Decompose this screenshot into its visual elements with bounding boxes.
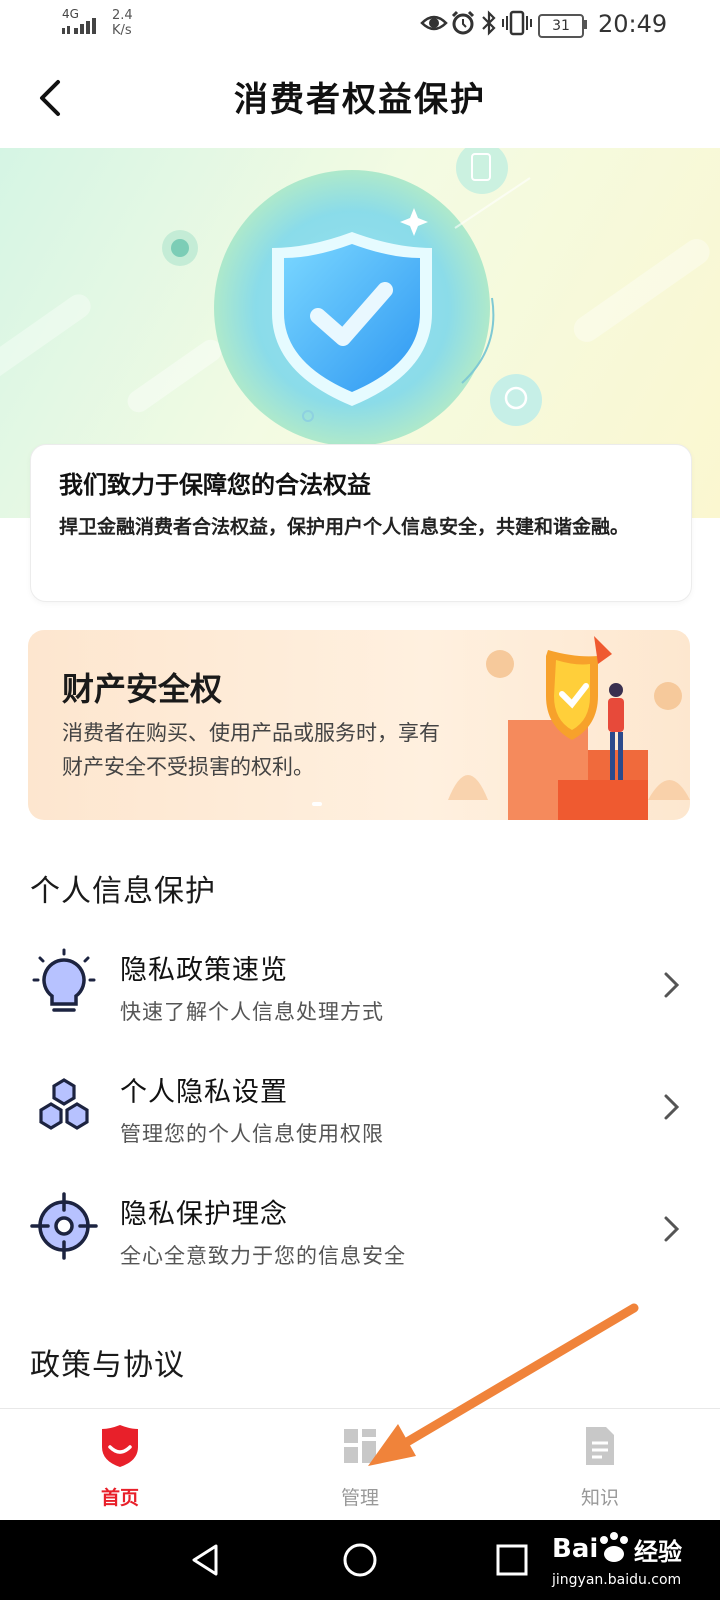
statement-heading: 我们致力于保障您的合法权益 xyxy=(59,470,371,499)
rights-title: 财产安全权 xyxy=(62,670,223,708)
target-icon xyxy=(30,1192,98,1260)
system-back-icon[interactable] xyxy=(186,1540,226,1580)
tab-label: 管理 xyxy=(340,1487,379,1509)
bluetooth-icon xyxy=(482,10,496,36)
chevron-right-icon xyxy=(664,972,680,998)
watermark-brand: Bai xyxy=(552,1534,599,1564)
item-subtitle: 全心全意致力于您的信息安全 xyxy=(120,1244,406,1268)
vibrate-icon xyxy=(502,10,532,36)
chevron-right-icon xyxy=(664,1094,680,1120)
system-home-icon[interactable] xyxy=(340,1540,380,1580)
network-indicator: 4G xyxy=(62,8,96,34)
statement-body: 捍卫金融消费者合法权益，保护用户个人信息安全，共建和谐金融。 xyxy=(59,516,630,538)
baidu-watermark: Bai 经验 jingyan.baidu.com xyxy=(552,1520,720,1600)
tab-label: 首页 xyxy=(100,1487,139,1509)
battery-level: 31 xyxy=(552,18,570,34)
battery-tip xyxy=(583,20,587,29)
speed-indicator: 2.4 K/s xyxy=(112,8,133,38)
speed-unit: K/s xyxy=(112,23,132,38)
carousel-indicator xyxy=(312,802,322,806)
rights-body: 消费者在购买、使用产品或服务时，享有财产安全不受损害的权利。 xyxy=(62,721,440,779)
clock: 20:49 xyxy=(598,10,668,38)
lightbulb-icon xyxy=(32,948,96,1012)
section-title-personal-info: 个人信息保护 xyxy=(30,874,216,909)
alarm-icon xyxy=(451,10,475,35)
paw-icon xyxy=(600,1532,628,1562)
hexagons-icon xyxy=(39,1078,89,1130)
rights-card[interactable]: 财产安全权 消费者在购买、使用产品或服务时，享有财产安全不受损害的权利。 xyxy=(28,630,690,820)
section-title-policy: 政策与协议 xyxy=(30,1348,185,1383)
watermark-brand-cn: 经验 xyxy=(634,1538,682,1566)
annotation-arrow xyxy=(368,1303,639,1466)
list-item-privacy-overview[interactable]: 隐私政策速览 快速了解个人信息处理方式 xyxy=(0,930,720,1040)
list-item-privacy-philosophy[interactable]: 隐私保护理念 全心全意致力于您的信息安全 xyxy=(0,1174,720,1284)
item-label: 个人隐私设置 xyxy=(120,1077,288,1108)
chevron-right-icon xyxy=(664,1216,680,1242)
page-title: 消费者权益保护 xyxy=(234,80,486,120)
watermark-url: jingyan.baidu.com xyxy=(552,1572,682,1588)
item-label: 隐私政策速览 xyxy=(120,955,288,986)
shield-icon xyxy=(102,1425,138,1467)
system-recents-icon[interactable] xyxy=(492,1540,532,1580)
item-subtitle: 管理您的个人信息使用权限 xyxy=(120,1122,384,1146)
list-item-privacy-settings[interactable]: 个人隐私设置 管理您的个人信息使用权限 xyxy=(0,1052,720,1162)
nav-bar: 消费者权益保护 xyxy=(0,48,720,148)
tab-label: 知识 xyxy=(580,1487,619,1509)
statement-card: 我们致力于保障您的合法权益 捍卫金融消费者合法权益，保护用户个人信息安全，共建和… xyxy=(30,444,692,602)
battery-icon: 31 xyxy=(538,14,584,38)
speed-value: 2.4 xyxy=(112,8,133,23)
item-subtitle: 快速了解个人信息处理方式 xyxy=(120,1000,384,1024)
item-label: 隐私保护理念 xyxy=(120,1199,288,1230)
tab-home[interactable]: 首页 xyxy=(0,1409,240,1521)
status-bar: 4G 2.4 K/s 31 20:49 xyxy=(0,0,720,48)
property-illustration xyxy=(448,636,690,820)
eye-icon xyxy=(420,15,448,31)
signal-icon xyxy=(62,18,96,34)
